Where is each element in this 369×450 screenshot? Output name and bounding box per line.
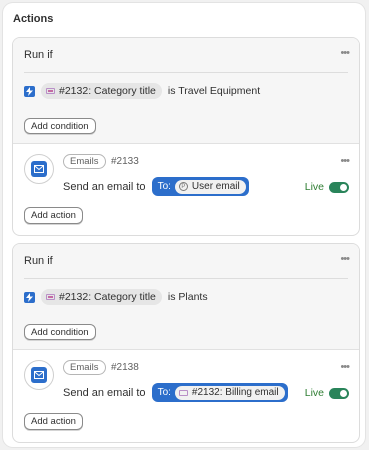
send-email-line: Send an email to To: P User email [63,177,249,196]
divider [24,72,348,73]
circle-p-icon: P [178,182,188,191]
live-toggle[interactable] [329,387,349,399]
condition-row: #2132: Category title is Plants [24,288,208,306]
condition-field-label: #2132: Category title [59,291,156,303]
send-email-line: Send an email to To: #2132: Billing emai… [63,383,288,402]
recipient-label: User email [191,181,240,192]
more-options-icon[interactable]: ••• [340,156,350,167]
send-email-text: Send an email to [63,180,146,193]
condition-field-pill[interactable]: #2132: Category title [41,83,162,99]
envelope-icon [31,367,47,383]
rule-block: Run if ••• #2132: Category title is Plan… [12,243,360,443]
live-status-label: Live [304,387,324,399]
more-options-icon[interactable]: ••• [340,362,350,373]
recipient-label: #2132: Billing email [191,387,279,398]
status-group: Live [305,181,349,193]
to-prefix: To: [157,181,171,192]
more-options-icon[interactable]: ••• [340,48,350,59]
recipient-pill: P User email [174,179,246,194]
recipient-pill: #2132: Billing email [174,385,285,400]
action-id: #2138 [111,362,139,373]
actions-panel: Actions Run if ••• #2132: Category title… [3,3,365,447]
action-id: #2133 [111,156,139,167]
action-section: Emails #2138 ••• Send an email to To: #2… [13,351,359,442]
rule-block: Run if ••• #2132: Category title is Trav… [12,37,360,236]
divider [24,278,348,279]
condition-row: #2132: Category title is Travel Equipmen… [24,82,260,100]
send-email-text: Send an email to [63,386,146,399]
app-label-pill: Emails [63,360,106,375]
envelope-icon [31,161,47,177]
condition-operator-text: is Plants [167,291,208,303]
condition-section: Run if ••• #2132: Category title is Trav… [13,38,359,144]
recipient-selector[interactable]: To: P User email [151,177,249,196]
more-options-icon[interactable]: ••• [340,254,350,265]
tag-icon [46,294,55,300]
to-prefix: To: [157,387,171,398]
status-group: Live [305,387,349,399]
live-status-label: Live [304,181,324,193]
app-label-pill: Emails [63,154,106,169]
add-action-button[interactable]: Add action [24,207,83,224]
lightning-icon [24,291,35,303]
lightning-icon [24,85,35,97]
run-if-heading: Run if [24,255,53,267]
panel-title: Actions [13,13,54,25]
condition-field-pill[interactable]: #2132: Category title [41,289,162,305]
email-app-icon [24,360,54,390]
add-condition-button[interactable]: Add condition [24,118,96,134]
tag-icon [46,88,55,94]
action-section: Emails #2133 ••• Send an email to To: P … [13,145,359,235]
run-if-heading: Run if [24,49,53,61]
condition-field-label: #2132: Category title [59,85,156,97]
condition-section: Run if ••• #2132: Category title is Plan… [13,244,359,350]
add-condition-button[interactable]: Add condition [24,324,96,340]
add-action-button[interactable]: Add action [24,413,83,430]
recipient-selector[interactable]: To: #2132: Billing email [151,383,288,402]
condition-operator-text: is Travel Equipment [167,85,261,97]
email-app-icon [24,154,54,184]
live-toggle[interactable] [329,181,349,193]
tag-icon [178,389,188,396]
